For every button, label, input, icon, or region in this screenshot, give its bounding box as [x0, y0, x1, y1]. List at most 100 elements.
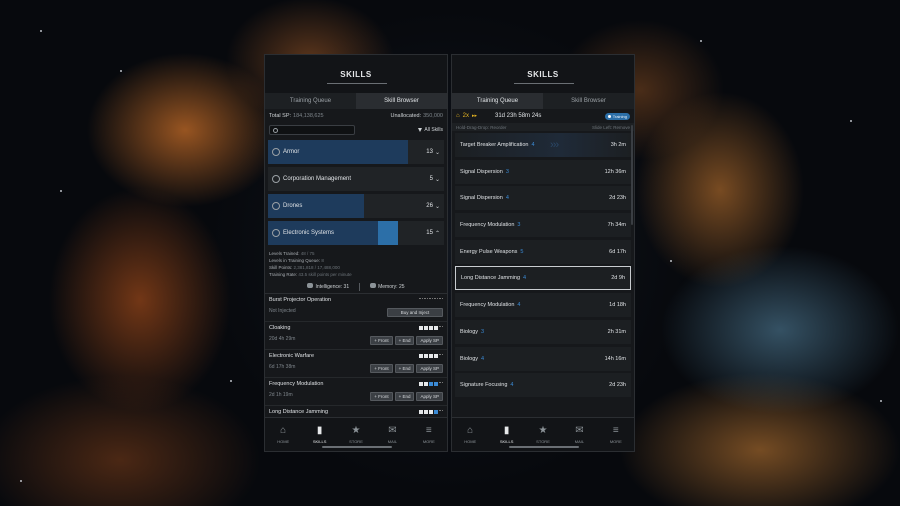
tab-skill-browser[interactable]: Skill Browser	[356, 93, 447, 109]
level-indicator	[419, 410, 443, 414]
page-title: SKILLS	[340, 69, 372, 79]
skill-name: Cloaking	[269, 325, 291, 331]
nav-home[interactable]: ⌂ HOME	[452, 418, 488, 451]
header: SKILLS	[452, 55, 634, 93]
queue-skill-level: 4	[481, 355, 485, 362]
apply-sp-button[interactable]: Apply SP	[416, 336, 443, 345]
queue-skill-time: 1d 18h	[609, 302, 626, 309]
filter-button[interactable]: All Skills	[418, 127, 443, 133]
nav-label: STORE	[536, 438, 550, 444]
apply-sp-button[interactable]: Apply SP	[416, 364, 443, 373]
queue-skill-time: 12h 36m	[604, 168, 626, 175]
skill-row[interactable]: Burst Projector Operation Not Injected B…	[265, 294, 447, 322]
unallocated-value: 350,000	[423, 113, 443, 119]
queue-skill-name: Biology	[460, 355, 479, 362]
queue-item[interactable]: Frequency Modulation 4 1d 18h	[455, 293, 631, 318]
add-front-button[interactable]: + Front	[370, 336, 393, 345]
chevron-down-icon: ⌄	[434, 149, 440, 156]
queue-item[interactable]: Energy Pulse Weapons 5 6d 17h	[455, 239, 631, 264]
group-info: Levels Trained: 48 / 75 Levels in Traini…	[265, 248, 447, 280]
title-underline	[514, 83, 574, 84]
queue-skill-time: 2d 23h	[609, 195, 626, 202]
chevron-down-icon: ⌄	[434, 203, 440, 210]
queue-skill-name: Frequency Modulation	[460, 302, 515, 309]
queue-skill-level: 4	[510, 382, 514, 389]
queue-item[interactable]: Signature Focusing 4 2d 23h	[455, 373, 631, 398]
skills-book-icon: ▮	[316, 424, 323, 436]
queue-item[interactable]: Biology 4 14h 16m	[455, 346, 631, 371]
tab-training-queue[interactable]: Training Queue	[452, 93, 543, 109]
home-icon: ⌂	[467, 424, 474, 436]
queue-skill-level: 3	[505, 168, 509, 175]
menu-icon: ≡	[612, 424, 619, 436]
category-name: Drones	[283, 203, 303, 209]
queue-item[interactable]: Biology 3 2h 31m	[455, 319, 631, 344]
queue-item-selected[interactable]: Long Distance Jamming 4 2d 9h	[455, 266, 631, 291]
apply-sp-button[interactable]: Apply SP	[416, 392, 443, 401]
level-indicator	[419, 298, 443, 302]
queue-skill-level: 4	[531, 142, 535, 148]
nav-label: SKILLS	[312, 438, 327, 444]
scrollbar[interactable]	[631, 125, 633, 225]
queue-item[interactable]: Target Breaker Amplification 4 › › › 3h 2m	[455, 133, 631, 157]
training-rate-label: Training Rate:	[269, 272, 298, 277]
skill-row[interactable]: Frequency Modulation 2d 1h 19m + Front +…	[265, 378, 447, 406]
category-count: 5	[429, 176, 433, 182]
armor-icon	[272, 148, 280, 156]
category-corporation-management[interactable]: Corporation Management 5 ⌄	[268, 167, 444, 191]
title-underline	[327, 83, 387, 84]
queue-skill-level: 4	[523, 275, 527, 282]
queue-item[interactable]: Signal Dispersion 4 2d 23h	[455, 186, 631, 211]
category-drones[interactable]: Drones 26 ⌄	[268, 194, 444, 218]
star	[20, 480, 22, 482]
queue-item[interactable]: Frequency Modulation 3 7h 34m	[455, 213, 631, 238]
add-front-button[interactable]: + Front	[370, 364, 393, 373]
training-rate-value: 43.5 skill points per minute	[298, 272, 352, 277]
add-end-button[interactable]: + End	[394, 392, 415, 401]
page-title: SKILLS	[527, 69, 559, 79]
primary-attribute: Intelligence: 31	[315, 284, 350, 290]
category-count: 26	[426, 203, 433, 209]
queue-item[interactable]: Signal Dispersion 3 12h 36m	[455, 159, 631, 184]
queue-skill-name: Signature Focusing	[460, 382, 508, 389]
nav-more[interactable]: ≡ MORE	[598, 418, 634, 451]
corporation-icon	[272, 175, 280, 183]
skill-name: Frequency Modulation	[269, 381, 324, 387]
skills-book-icon: ▮	[503, 424, 510, 436]
skill-name: Burst Projector Operation	[269, 297, 332, 303]
add-front-button[interactable]: + Front	[370, 392, 393, 401]
skill-row[interactable]: Cloaking 20d 4h 29m + Front + End Apply …	[265, 322, 447, 350]
tab-skill-browser[interactable]: Skill Browser	[543, 93, 634, 109]
intelligence-icon	[307, 283, 314, 288]
category-name: Electronic Systems	[283, 230, 335, 236]
nav-label: MORE	[609, 438, 622, 444]
search-input[interactable]	[269, 125, 355, 135]
header: SKILLS	[265, 55, 447, 93]
nav-home[interactable]: ⌂ HOME	[265, 418, 301, 451]
training-status-toggle[interactable]: Training	[604, 112, 630, 120]
skill-row[interactable]: Electronic Warfare 6d 17h 38m + Front + …	[265, 350, 447, 378]
chevron-down-icon: ⌄	[434, 176, 440, 183]
add-end-button[interactable]: + End	[394, 364, 415, 373]
nav-more[interactable]: ≡ MORE	[411, 418, 447, 451]
queue-list: Target Breaker Amplification 4 › › › 3h 2m …	[452, 131, 634, 402]
tab-training-queue[interactable]: Training Queue	[265, 93, 356, 109]
queue-skill-time: 2h 31m	[607, 328, 626, 335]
nav-label: MAIL	[574, 438, 585, 444]
queue-skill-time: 6d 17h	[609, 248, 626, 255]
queue-hint: Hold-Drag-Drop: Reorder Slide Left: Remo…	[452, 123, 634, 131]
queue-skill-level: 4	[517, 302, 521, 309]
filter-label: All Skills	[424, 127, 443, 133]
mail-icon: ✉	[388, 424, 397, 436]
category-electronic-systems[interactable]: Electronic Systems 15 ⌃	[268, 221, 444, 245]
skill-points-value: 2,381,818 / 17,488,000	[293, 265, 340, 270]
fast-forward-icon: ▸▸	[471, 113, 477, 119]
add-end-button[interactable]: + End	[394, 336, 415, 345]
levels-trained-value: 48 / 75	[300, 251, 315, 256]
nav-label: SKILLS	[499, 438, 514, 444]
total-sp-value: 184,138,625	[293, 113, 324, 119]
buy-and-inject-button[interactable]: Buy and Inject	[387, 308, 443, 317]
star	[120, 70, 122, 72]
queue-skill-name: Energy Pulse Weapons	[460, 248, 518, 255]
category-armor[interactable]: Armor 13 ⌄	[268, 140, 444, 164]
